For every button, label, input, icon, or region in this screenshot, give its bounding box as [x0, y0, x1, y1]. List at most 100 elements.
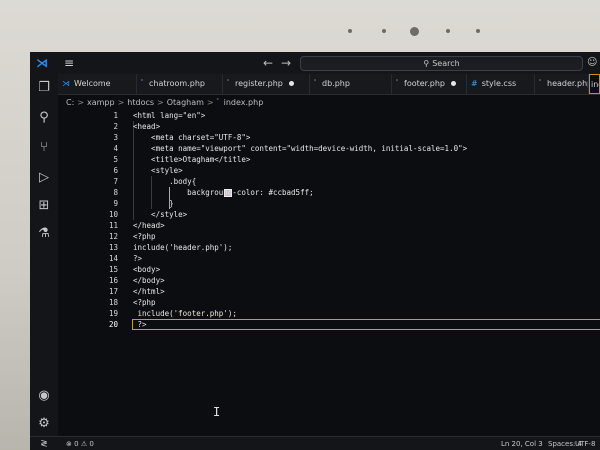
- breadcrumb-item[interactable]: Otagham: [167, 98, 204, 107]
- breadcrumb: C: > xampp > htdocs > Otagham > ﾟ index.php: [66, 98, 264, 107]
- line-number: 16: [108, 276, 118, 285]
- tab-chatroom[interactable]: ﾟ chatroom.php: [137, 74, 223, 94]
- account-icon[interactable]: ◉: [36, 388, 52, 404]
- line-number: 2: [113, 122, 118, 131]
- line-number: 1: [113, 111, 118, 120]
- code-line[interactable]: include('footer.php');: [133, 308, 237, 319]
- php-file-icon: ﾟ: [141, 79, 145, 88]
- code-line[interactable]: <body>: [133, 264, 160, 275]
- breadcrumb-item[interactable]: index.php: [224, 98, 264, 107]
- code-line[interactable]: </head>: [133, 220, 165, 231]
- error-count: 0: [74, 440, 79, 448]
- code-line[interactable]: .body{: [133, 176, 196, 187]
- breadcrumb-item[interactable]: xampp: [87, 98, 115, 107]
- run-debug-icon[interactable]: ▷: [36, 170, 52, 186]
- line-number: 18: [108, 298, 118, 307]
- code-line[interactable]: ?>: [133, 253, 142, 264]
- tab-db[interactable]: ﾟ db.php: [310, 74, 392, 94]
- code-line[interactable]: </style>: [133, 209, 187, 220]
- command-center-search[interactable]: ⚲ Search: [300, 56, 583, 71]
- tab-index-active[interactable]: inc: [589, 74, 600, 94]
- line-number: 19: [108, 309, 118, 318]
- line-number: 12: [108, 232, 118, 241]
- explorer-icon[interactable]: ❐: [36, 80, 52, 96]
- php-file-icon: ﾟ: [539, 79, 543, 88]
- code-line[interactable]: ?>: [133, 319, 147, 330]
- code-line[interactable]: <meta name="viewport" content="width=dev…: [133, 143, 467, 154]
- vscode-logo-icon: ⋊: [36, 56, 48, 70]
- tab-register[interactable]: ﾟ register.php: [223, 74, 310, 94]
- hamburger-icon[interactable]: ≡: [64, 56, 74, 70]
- code-line[interactable]: <style>: [133, 165, 183, 176]
- tab-label: inc: [591, 80, 599, 89]
- code-line[interactable]: <title>Otagham</title>: [133, 154, 250, 165]
- tab-label: footer.php: [404, 79, 445, 88]
- search-icon: ⚲: [423, 59, 430, 68]
- tab-welcome[interactable]: ⋊ Welcome: [58, 74, 137, 94]
- line-number: 13: [108, 243, 118, 252]
- line-number: 7: [113, 177, 118, 186]
- code-line[interactable]: background-color: #ccbad5ff;: [133, 187, 313, 198]
- warning-icon: ⚠: [80, 440, 88, 448]
- php-file-icon: ﾟ: [396, 79, 400, 88]
- code-editor[interactable]: 1 <html lang="en"> 2 <head> 3 <meta char…: [58, 110, 600, 430]
- line-number: 8: [113, 188, 118, 197]
- extensions-icon[interactable]: ⊞: [36, 198, 52, 214]
- remote-icon[interactable]: ≷: [30, 437, 58, 450]
- code-line[interactable]: include('header.php');: [133, 242, 232, 253]
- line-number: 11: [108, 221, 118, 230]
- tab-style[interactable]: # style.css: [467, 74, 535, 94]
- vscode-window: ⋊ ≡ ← → ⚲Search ☺⌄ ❐ ⚲ ⑂ ▷ ⊞ ⚗ ◉ ⚙ ⋊ Welc…: [30, 52, 600, 450]
- tab-header[interactable]: ﾟ header.php: [535, 74, 589, 94]
- search-label: Search: [432, 59, 460, 68]
- code-line[interactable]: }: [133, 198, 174, 209]
- code-line[interactable]: <meta charset="UTF-8">: [133, 132, 250, 143]
- editor-tabs: ⋊ Welcome ﾟ chatroom.php ﾟ register.php ﾟ db…: [58, 74, 600, 95]
- arrow-right-icon[interactable]: →: [281, 56, 291, 70]
- code-line[interactable]: <?php: [133, 297, 156, 308]
- search-icon[interactable]: ⚲: [36, 110, 52, 126]
- breadcrumb-item[interactable]: C:: [66, 98, 74, 107]
- sensor-dot: [476, 29, 480, 33]
- tab-footer[interactable]: ﾟ footer.php: [392, 74, 467, 94]
- sensor-dot: [382, 29, 386, 33]
- status-bar: ≷ ⊗ 0 ⚠ 0 Ln 20, Col 3 Spaces: 4 UTF-8: [30, 436, 600, 450]
- php-file-icon: ﾟ: [314, 79, 318, 88]
- arrow-left-icon[interactable]: ←: [263, 56, 273, 70]
- line-number: 15: [108, 265, 118, 274]
- sensor-dot: [348, 29, 352, 33]
- line-number: 6: [113, 166, 118, 175]
- code-line[interactable]: <?php: [133, 231, 156, 242]
- settings-gear-icon[interactable]: ⚙: [36, 416, 52, 432]
- breadcrumb-item[interactable]: htdocs: [127, 98, 154, 107]
- vscode-logo-icon: ⋊: [62, 79, 70, 88]
- source-control-icon[interactable]: ⑂: [36, 140, 52, 156]
- line-number: 5: [113, 155, 118, 164]
- line-number: 10: [108, 210, 118, 219]
- testing-icon[interactable]: ⚗: [36, 226, 52, 242]
- line-number: 9: [113, 199, 118, 208]
- code-line[interactable]: <html lang="en">: [133, 110, 205, 121]
- tab-label: register.php: [235, 79, 283, 88]
- camera-dot: [410, 27, 419, 36]
- tab-label: header.php: [547, 79, 589, 88]
- sensor-dot: [446, 29, 450, 33]
- unsaved-dot-icon: [451, 81, 456, 86]
- line-number: 17: [108, 287, 118, 296]
- current-line-highlight: [132, 319, 600, 330]
- tab-label: db.php: [322, 79, 350, 88]
- code-line[interactable]: </html>: [133, 286, 165, 297]
- title-bar: ⋊ ≡ ← → ⚲Search ☺⌄: [30, 52, 600, 82]
- unsaved-dot-icon: [288, 81, 294, 86]
- error-icon: ⊗: [66, 440, 72, 448]
- file-encoding[interactable]: UTF-8: [575, 437, 595, 450]
- problems-indicator[interactable]: ⊗ 0 ⚠ 0: [66, 437, 94, 450]
- tab-label: Welcome: [74, 79, 111, 88]
- css-file-icon: #: [471, 79, 478, 88]
- code-line[interactable]: </body>: [133, 275, 165, 286]
- cursor-position[interactable]: Ln 20, Col 3: [501, 437, 543, 450]
- line-number: 4: [113, 144, 118, 153]
- code-line[interactable]: <head>: [133, 121, 160, 132]
- line-number: 14: [108, 254, 118, 263]
- php-file-icon: ﾟ: [227, 79, 231, 88]
